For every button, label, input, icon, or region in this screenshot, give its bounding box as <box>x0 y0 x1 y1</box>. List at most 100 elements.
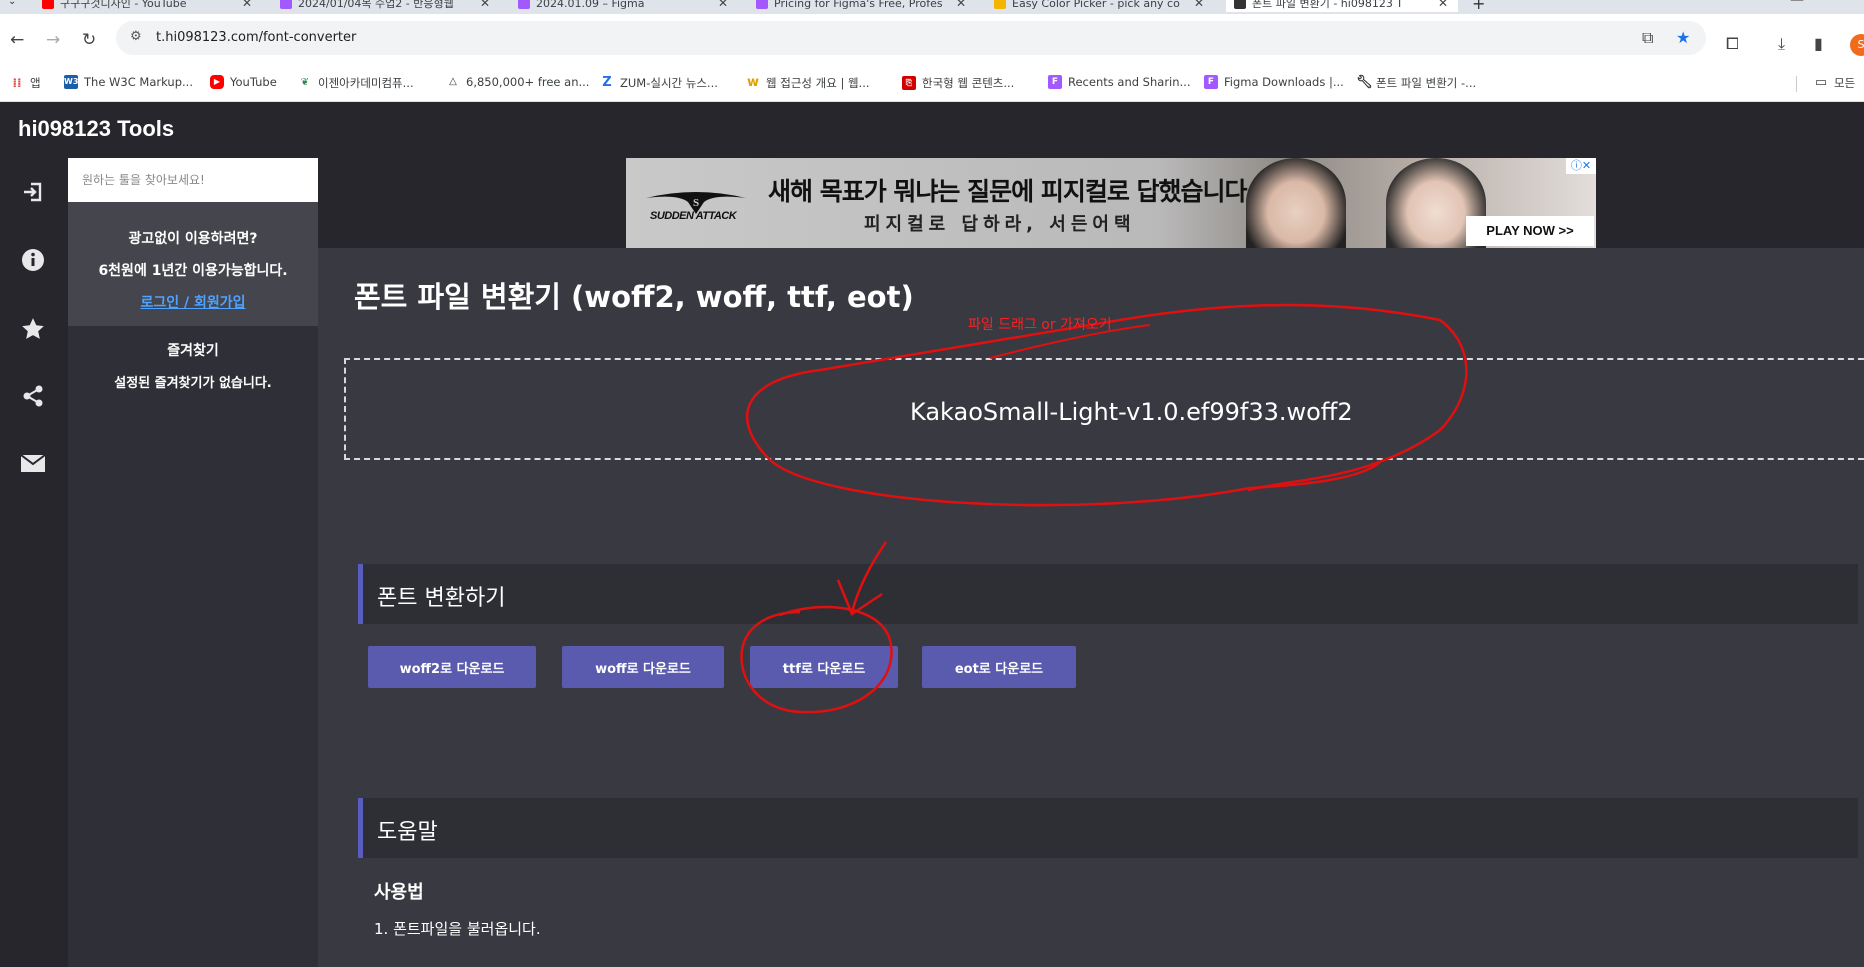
new-tab-icon[interactable]: + <box>1472 0 1485 13</box>
bookmark-item[interactable]: F Recents and Sharin... <box>1048 75 1191 89</box>
usage-step: 1. 폰트파일을 불러옵니다. <box>374 920 541 938</box>
tab-strip: ⌄ 구구구것디자인 - YouTube ✕ 2024/01/04목 수업2 - … <box>0 0 1864 14</box>
bookmark-label: Recents and Sharin... <box>1068 75 1191 89</box>
ad-headline: 새해 목표가 뭐냐는 질문에 피지컬로 답했습니다 <box>768 177 1248 206</box>
zum-icon: Z <box>602 75 612 90</box>
promo-line-2: 6천원에 1년간 이용가능합니다. <box>98 263 288 279</box>
bookmark-label: Figma Downloads |... <box>1224 75 1344 89</box>
back-icon[interactable]: ← <box>10 30 24 50</box>
tab-title: Pricing for Figma's Free, Profes <box>774 0 943 10</box>
browser-tab[interactable]: 2024.01.09 – Figma ✕ <box>510 0 738 12</box>
color-picker-icon <box>994 0 1006 9</box>
favorites-empty-text: 설정된 즐겨찾기가 없습니다. <box>114 376 272 391</box>
bookmark-label: YouTube <box>230 75 277 89</box>
section-title: 도움말 <box>377 820 438 845</box>
install-app-icon[interactable]: ⧉ <box>1642 28 1653 48</box>
left-icon-rail <box>0 158 68 967</box>
close-tab-icon[interactable]: ✕ <box>1438 0 1448 10</box>
help-section-heading: 도움말 <box>358 798 1858 858</box>
bookmark-label: 폰트 파일 변환기 -... <box>1376 76 1477 90</box>
address-toolbar: ← → ↻ ⚙ t.hi098123.com/font-converter ⧉ … <box>0 14 1864 74</box>
star-icon[interactable] <box>20 316 46 342</box>
tab-title: 2024.01.09 – Figma <box>536 0 645 10</box>
reload-icon[interactable]: ↻ <box>82 30 96 50</box>
annotation-label: 파일 드래그 or 가져오기 <box>968 317 1112 333</box>
side-panel-icon[interactable]: ▮ <box>1814 34 1823 53</box>
browser-tab[interactable]: 2024/01/04목 수업2 - 반응형웹 ✕ <box>272 0 500 12</box>
tab-title: 구구구것디자인 - YouTube <box>60 0 187 10</box>
wrench-icon <box>1234 0 1246 9</box>
leaf-icon: ❦ <box>300 77 310 88</box>
usage-title: 사용법 <box>374 882 424 903</box>
bookmark-separator <box>1796 76 1797 92</box>
bookmark-label: ZUM-실시간 뉴스... <box>620 76 718 90</box>
url-text[interactable]: t.hi098123.com/font-converter <box>156 30 356 45</box>
site-header: hi098123 Tools <box>0 102 1864 158</box>
all-bookmarks-folder[interactable]: ▭ 모든 <box>1814 75 1855 91</box>
bookmark-item[interactable]: 🔧︎ 폰트 파일 변환기 -... <box>1356 75 1476 91</box>
close-tab-icon[interactable]: ✕ <box>956 0 966 10</box>
bookmark-item[interactable]: W3 The W3C Markup... <box>64 75 193 89</box>
bookmark-item[interactable]: ⁞⁞ 앱 <box>10 75 40 91</box>
bookmark-label: The W3C Markup... <box>84 75 193 89</box>
bookmark-label: 웹 접근성 개요 | 웹... <box>766 76 870 90</box>
figma-icon: F <box>1048 75 1062 89</box>
site-info-icon[interactable]: ⚙ <box>130 29 142 44</box>
ad-play-now-button[interactable]: PLAY NOW >> <box>1466 216 1594 246</box>
bookmark-label: 한국형 웹 콘텐츠... <box>922 76 1015 90</box>
svg-text:S: S <box>693 197 699 209</box>
browser-tab-active[interactable]: 폰트 파일 변환기 - hi098123 T ✕ <box>1226 0 1458 12</box>
bookmark-item[interactable]: △ 6,850,000+ free an... <box>446 75 589 89</box>
browser-tab[interactable]: Easy Color Picker - pick any co ✕ <box>986 0 1214 12</box>
usage-steps: 1. 폰트파일을 불러옵니다. <box>374 918 541 953</box>
bookmark-item[interactable]: w 웹 접근성 개요 | 웹... <box>746 75 870 91</box>
close-tab-icon[interactable]: ✕ <box>1194 0 1204 10</box>
bookmarks-bar: ⁞⁞ 앱 W3 The W3C Markup... ▶ YouTube ❦ 이젠… <box>0 66 1864 102</box>
bookmark-item[interactable]: ▶ YouTube <box>210 75 277 89</box>
download-eot-button[interactable]: eot로 다운로드 <box>922 646 1076 688</box>
profile-avatar[interactable]: S <box>1850 34 1864 56</box>
downloads-icon[interactable]: ⤓ <box>1778 34 1785 54</box>
login-icon[interactable] <box>20 180 46 206</box>
mail-icon[interactable] <box>20 452 46 478</box>
download-ttf-button[interactable]: ttf로 다운로드 <box>750 646 898 688</box>
download-woff2-button[interactable]: woff2로 다운로드 <box>368 646 536 688</box>
bookmark-star-icon[interactable]: ★ <box>1676 28 1690 47</box>
close-tab-icon[interactable]: ✕ <box>480 0 490 10</box>
login-signup-link[interactable]: 로그인 / 회원가입 <box>140 295 245 311</box>
ad-banner[interactable]: S SUDDEN ATTACK 새해 목표가 뭐냐는 질문에 피지컬로 답했습니… <box>626 158 1596 248</box>
tab-search-chevron-icon[interactable]: ⌄ <box>8 0 16 7</box>
ad-brand: SUDDEN ATTACK <box>650 210 737 222</box>
main-content: S SUDDEN ATTACK 새해 목표가 뭐냐는 질문에 피지컬로 답했습니… <box>318 158 1864 967</box>
ad-choices-icon[interactable]: ⓘ✕ <box>1566 158 1596 174</box>
wrench-icon: 🔧︎ <box>1356 75 1373 90</box>
bookmark-item[interactable]: ⎘ 한국형 웹 콘텐츠... <box>902 75 1014 91</box>
ad-subline: 피지컬로 답하라, 서든어택 <box>864 214 1136 235</box>
close-tab-icon[interactable]: ✕ <box>242 0 252 10</box>
tab-title: Easy Color Picker - pick any co <box>1012 0 1180 10</box>
pdf-icon: ⎘ <box>902 76 916 90</box>
w3c-icon: W3 <box>64 75 78 89</box>
file-drop-zone[interactable]: KakaoSmall-Light-v1.0.ef99f33.woff2 <box>344 358 1864 460</box>
page-title: 폰트 파일 변환기 (woff2, woff, ttf, eot) <box>354 280 914 314</box>
extensions-icon[interactable]: ⧠ <box>1726 34 1739 54</box>
bookmark-item[interactable]: F Figma Downloads |... <box>1204 75 1344 89</box>
browser-tab[interactable]: Pricing for Figma's Free, Profes ✕ <box>748 0 976 12</box>
bookmark-item[interactable]: Z ZUM-실시간 뉴스... <box>600 75 718 91</box>
omnibox[interactable]: ⚙ t.hi098123.com/font-converter ⧉ ★ <box>116 21 1706 55</box>
site-brand[interactable]: hi098123 Tools <box>18 116 174 142</box>
close-tab-icon[interactable]: ✕ <box>718 0 728 10</box>
download-woff-button[interactable]: woff로 다운로드 <box>562 646 724 688</box>
share-icon[interactable] <box>20 384 46 410</box>
tool-search-input[interactable] <box>68 158 318 202</box>
figma-icon: F <box>1204 75 1218 89</box>
forward-icon[interactable]: → <box>46 30 60 50</box>
side-panel: 광고없이 이용하려면? 6천원에 1년간 이용가능합니다. 로그인 / 회원가입… <box>68 158 318 967</box>
figma-icon <box>518 0 530 9</box>
minimize-icon[interactable]: — <box>1790 0 1804 8</box>
browser-tab[interactable]: 구구구것디자인 - YouTube ✕ <box>34 0 262 12</box>
tab-title: 2024/01/04목 수업2 - 반응형웹 <box>298 0 454 10</box>
ad-free-promo: 광고없이 이용하려면? 6천원에 1년간 이용가능합니다. 로그인 / 회원가입 <box>68 202 318 326</box>
info-icon[interactable] <box>20 248 46 274</box>
bookmark-item[interactable]: ❦ 이젠아카데미컴퓨... <box>298 75 414 91</box>
